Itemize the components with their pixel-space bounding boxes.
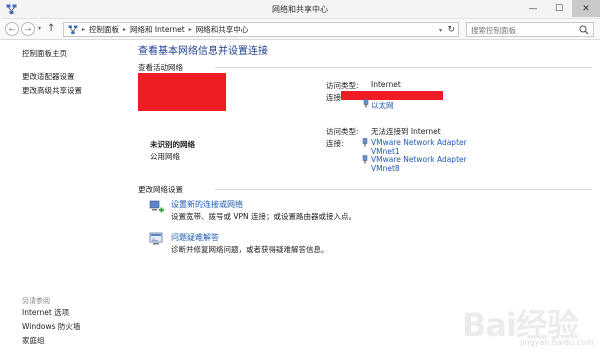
close-button[interactable]: ✕: [572, 0, 600, 17]
see-also-homegroup[interactable]: 家庭组: [22, 335, 45, 346]
sidebar-item-control-panel-home[interactable]: 控制面板主页: [22, 48, 67, 59]
breadcrumb-separator-icon: ▸: [188, 26, 192, 33]
ethernet-adapter-link[interactable]: 以太网: [371, 100, 394, 111]
search-input[interactable]: [471, 25, 576, 35]
network2-access-type-value: 无法连接到 Internet: [371, 127, 441, 136]
sidebar-item-change-adapter-settings[interactable]: 更改适配器设置: [22, 71, 75, 82]
up-button[interactable]: ↑: [47, 23, 55, 34]
address-history-dropdown[interactable]: ▾: [439, 27, 442, 34]
minimize-button[interactable]: —: [520, 0, 546, 17]
setup-new-connection-description: 设置宽带、拨号或 VPN 连接；或设置路由器或接入点。: [171, 212, 357, 221]
network2-connections-label: 连接:: [326, 139, 344, 148]
vmnet8-adapter-name[interactable]: VMnet8: [371, 164, 400, 173]
see-also-internet-options[interactable]: Internet 选项: [22, 307, 69, 318]
sidebar-item-advanced-sharing-settings[interactable]: 更改高级共享设置: [22, 85, 82, 96]
navigation-bar: ← → ▾ ↑ ▸ 控制面板 ▸ 网络和 Internet ▸ 网络和共享中心 …: [0, 19, 600, 40]
troubleshoot-icon: [149, 232, 163, 245]
breadcrumb-network-sharing-center[interactable]: 网络和共享中心: [196, 24, 249, 35]
window-title: 网络和共享中心: [272, 5, 328, 14]
change-settings-heading: 更改网络设置: [138, 185, 183, 194]
network2-name: 未识别的网络: [150, 140, 195, 149]
troubleshoot-problems-link[interactable]: 问题疑难解答: [171, 232, 219, 243]
sidebar: 控制面板主页 更改适配器设置 更改高级共享设置 另请参阅 Internet 选项…: [0, 41, 128, 360]
maximize-button[interactable]: ☐: [546, 0, 572, 17]
recent-locations-dropdown[interactable]: ▾: [38, 25, 41, 32]
vmnet1-adapter-link[interactable]: VMware Network Adapter: [371, 138, 467, 147]
vmnet8-adapter-link[interactable]: VMware Network Adapter: [371, 155, 467, 164]
network1-access-type-value: Internet: [371, 80, 401, 89]
back-button[interactable]: ←: [5, 22, 19, 36]
see-also-heading: 另请参阅: [22, 297, 50, 305]
breadcrumb-control-panel[interactable]: 控制面板: [89, 24, 119, 35]
search-box[interactable]: [466, 22, 594, 37]
baidu-watermark-url: jingyan.baidu.com: [520, 338, 594, 347]
up-arrow-icon: ↑: [47, 23, 56, 34]
active-networks-divider: [215, 67, 592, 68]
forward-button[interactable]: →: [21, 22, 35, 36]
network1-access-type-label: 访问类型:: [326, 81, 359, 90]
search-icon[interactable]: [579, 25, 589, 35]
network-location-icon: [68, 25, 78, 34]
forward-arrow-icon: →: [24, 24, 32, 34]
see-also-windows-firewall[interactable]: Windows 防火墙: [22, 321, 80, 332]
troubleshoot-problems-description: 诊断并修复网络问题，或者获得疑难解答信息。: [171, 245, 329, 254]
setup-new-connection-link[interactable]: 设置新的连接或网络: [171, 199, 243, 210]
redacted-network-name: [138, 73, 226, 111]
breadcrumb-network-internet[interactable]: 网络和 Internet: [130, 24, 185, 35]
chevron-down-icon: ▾: [38, 25, 42, 32]
breadcrumb-separator-icon: ▸: [82, 26, 86, 33]
new-connection-icon: [149, 200, 164, 213]
ethernet-adapter-icon: [363, 99, 369, 108]
back-arrow-icon: ←: [8, 24, 16, 34]
network2-type: 公用网络: [150, 152, 180, 161]
network2-access-type-label: 访问类型:: [326, 127, 359, 136]
active-networks-heading: 查看活动网络: [138, 63, 183, 72]
title-bar: 网络和共享中心 — ☐ ✕: [0, 0, 600, 19]
vmware-adapter-icon: [362, 138, 368, 147]
redacted-connection-name: [341, 91, 443, 100]
vmware-adapter-icon: [362, 155, 368, 164]
page-title: 查看基本网络信息并设置连接: [138, 46, 268, 57]
refresh-icon[interactable]: ↻: [447, 25, 455, 35]
change-settings-divider: [215, 189, 592, 190]
address-bar[interactable]: ▸ 控制面板 ▸ 网络和 Internet ▸ 网络和共享中心 ▾ ↻: [63, 22, 459, 37]
breadcrumb-separator-icon: ▸: [123, 26, 127, 33]
